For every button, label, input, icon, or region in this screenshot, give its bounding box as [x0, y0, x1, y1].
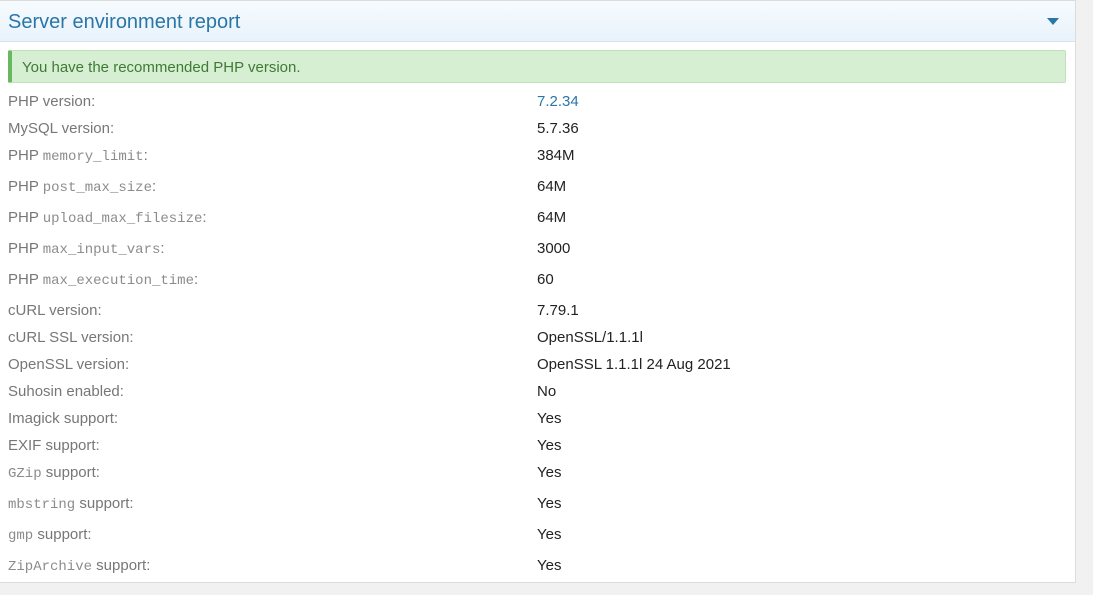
row-label-text: support: — [33, 526, 92, 543]
row-label-text: cURL version: — [8, 302, 102, 319]
row-label: PHP upload_max_filesize: — [8, 209, 207, 228]
row-label: ZipArchive support: — [8, 557, 150, 576]
row-label: mbstring support: — [8, 495, 134, 514]
panel-title: Server environment report — [8, 11, 241, 33]
row-label-code: GZip — [8, 466, 42, 482]
row-label-code: post_max_size — [42, 180, 152, 196]
row-label-text: OpenSSL version: — [8, 356, 130, 373]
row-value: 64M — [537, 178, 567, 195]
row-label: PHP post_max_size: — [8, 178, 156, 197]
row-label-code: gmp — [8, 528, 34, 544]
row-label-text: : — [193, 271, 199, 288]
row-label: MySQL version: — [8, 120, 114, 137]
row-label-code: upload_max_filesize — [42, 211, 203, 227]
row-label-text: MySQL version: — [8, 120, 115, 137]
row-label-code: mbstring — [8, 497, 76, 513]
row-label-prefix: PHP — [8, 240, 43, 257]
server-environment-panel: Server environment report You have the r… — [0, 0, 1076, 583]
row-label-text: : — [151, 178, 157, 195]
row-value: OpenSSL/1.1.1l — [537, 329, 643, 346]
row-value: OpenSSL 1.1.1l 24 Aug 2021 — [537, 356, 731, 373]
row-label-prefix: PHP — [8, 271, 43, 288]
row-value: 3000 — [537, 240, 571, 257]
notice-text: You have the recommended PHP version. — [22, 59, 301, 76]
row-value: Yes — [537, 464, 562, 481]
row-label-text: : — [143, 147, 148, 164]
panel-header[interactable]: Server environment report — [0, 1, 1075, 42]
row-value: 64M — [537, 209, 567, 226]
row-label: PHP max_execution_time: — [8, 271, 198, 290]
row-value-link[interactable]: 7.2.34 — [537, 93, 579, 110]
row-label-prefix: PHP — [8, 209, 43, 226]
row-label-code: ZipArchive — [8, 559, 93, 575]
row-label-prefix: PHP — [8, 178, 43, 195]
row-value: Yes — [537, 437, 562, 454]
row-label: Suhosin enabled: — [8, 383, 124, 400]
row-label: cURL version: — [8, 302, 102, 319]
row-label-prefix: PHP — [8, 147, 43, 164]
row-label: cURL SSL version: — [8, 329, 134, 346]
row-label: PHP memory_limit: — [8, 147, 148, 166]
row-label-code: max_execution_time — [42, 273, 194, 289]
row-label-text: support: — [41, 464, 100, 481]
row-value: 384M — [537, 147, 575, 164]
row-label-text: : — [202, 209, 207, 226]
row-label: GZip support: — [8, 464, 100, 483]
row-label: EXIF support: — [8, 437, 100, 454]
row-value: Yes — [537, 410, 562, 427]
row-value: Yes — [537, 495, 562, 512]
row-label: PHP max_input_vars: — [8, 240, 165, 259]
row-label: gmp support: — [8, 526, 92, 545]
row-value: 5.7.36 — [537, 120, 579, 137]
row-label-text: Imagick support: — [8, 410, 119, 427]
row-value: Yes — [537, 557, 562, 574]
row-value: Yes — [537, 526, 562, 543]
row-value: 60 — [537, 271, 554, 288]
row-label-text: EXIF support: — [8, 437, 100, 454]
row-label-text: PHP version: — [8, 93, 96, 110]
row-label-text: support: — [75, 495, 134, 512]
row-label-text: : — [160, 240, 165, 257]
row-label-text: support: — [92, 557, 151, 574]
row-value: No — [537, 383, 557, 400]
caret-down-icon[interactable] — [1047, 18, 1059, 25]
row-label: OpenSSL version: — [8, 356, 129, 373]
row-label: Imagick support: — [8, 410, 118, 427]
row-value: 7.79.1 — [537, 302, 579, 319]
row-label-code: max_input_vars — [42, 242, 161, 258]
row-label-code: memory_limit — [42, 149, 144, 165]
row-label-text: cURL SSL version: — [8, 329, 134, 346]
row-label-text: Suhosin enabled: — [8, 383, 124, 400]
php-version-notice: You have the recommended PHP version. — [8, 50, 1066, 83]
row-label: PHP version: — [8, 93, 95, 110]
